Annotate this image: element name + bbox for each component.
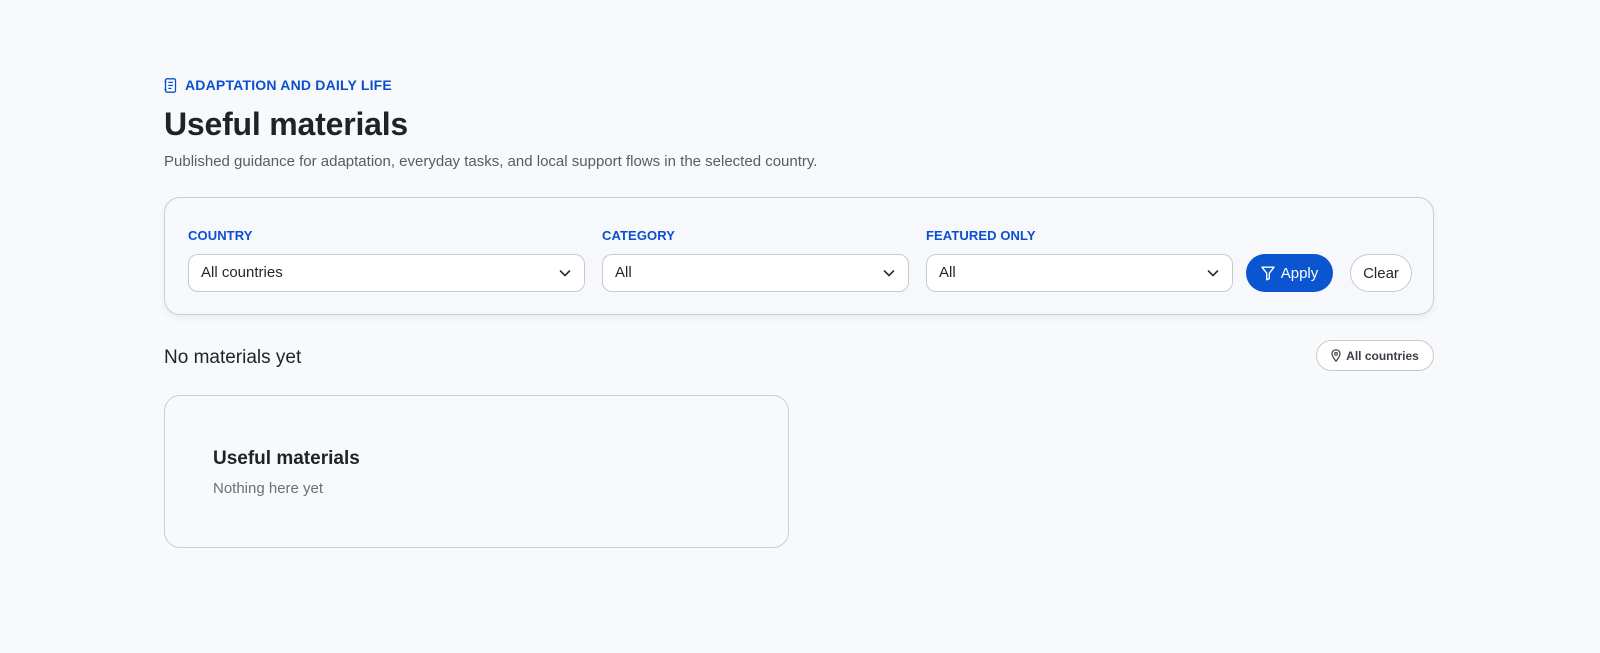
eyebrow-text: ADAPTATION AND DAILY LIFE (185, 77, 392, 93)
apply-button[interactable]: Apply (1246, 254, 1333, 292)
apply-button-label: Apply (1280, 264, 1319, 282)
scope-chip-label: All countries (1346, 348, 1419, 363)
empty-state-title: Useful materials (213, 448, 360, 469)
chevron-down-icon (1206, 266, 1220, 280)
page-title: Useful materials (164, 106, 409, 142)
chevron-down-icon (882, 266, 896, 280)
empty-state-card: Useful materials Nothing here yet (164, 395, 789, 548)
filter-panel: COUNTRY All countries CATEGORY All FEATU… (164, 197, 1434, 315)
country-select-value: All countries (201, 264, 283, 281)
page-subtitle: Published guidance for adaptation, every… (164, 153, 818, 170)
country-select[interactable]: All countries (188, 254, 585, 292)
notebook-icon (164, 77, 177, 93)
results-heading: No materials yet (164, 347, 302, 368)
featured-filter-label: FEATURED ONLY (926, 228, 1036, 243)
category-select-value: All (615, 264, 632, 281)
empty-state-message: Nothing here yet (213, 480, 324, 497)
clear-button[interactable]: Clear (1350, 254, 1412, 292)
featured-select-value: All (939, 264, 956, 281)
category-select[interactable]: All (602, 254, 909, 292)
section-eyebrow: ADAPTATION AND DAILY LIFE (164, 77, 392, 93)
featured-select[interactable]: All (926, 254, 1233, 292)
chevron-down-icon (558, 266, 572, 280)
category-filter-label: CATEGORY (602, 228, 676, 243)
filter-icon (1261, 266, 1275, 281)
country-scope-badge: All countries (1316, 340, 1434, 371)
country-filter-label: COUNTRY (188, 228, 253, 243)
map-pin-icon (1331, 349, 1341, 362)
